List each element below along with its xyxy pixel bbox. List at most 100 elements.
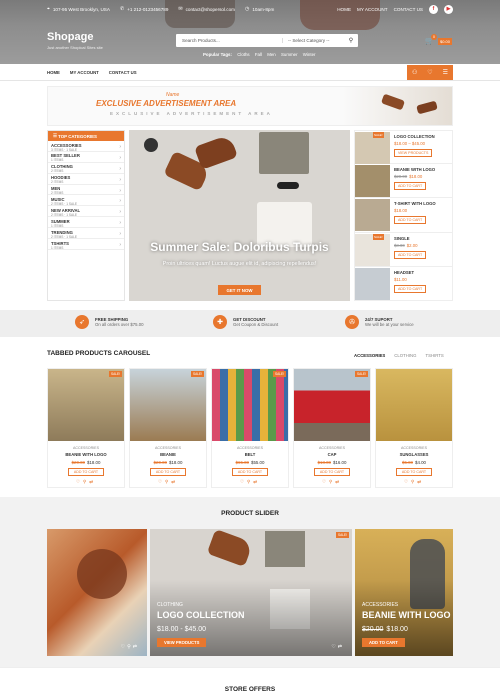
- compare-icon[interactable]: ⇄: [89, 479, 96, 484]
- add-to-cart-button[interactable]: ADD TO CART: [394, 182, 427, 191]
- section-title: PRODUCT SLIDER: [221, 510, 279, 517]
- feature-item: ➶ FREE SHIPPING On all orders over $75.00: [75, 315, 144, 329]
- wishlist-icon[interactable]: ♡: [76, 479, 83, 484]
- ad-image: [342, 87, 452, 125]
- category-select[interactable]: -- Select Category --: [282, 38, 344, 43]
- add-to-cart-button[interactable]: ADD TO CART: [394, 216, 427, 225]
- tag-link[interactable]: Fall: [255, 52, 262, 57]
- category-item[interactable]: HOODIES 2 ITEMS ›: [48, 174, 124, 185]
- category-item[interactable]: MEN 2 ITEMS ›: [48, 185, 124, 196]
- compare-icon[interactable]: ⇄: [171, 479, 178, 484]
- category-item[interactable]: ACCESSORIES 3 ITEMS · 1 SALE ›: [48, 141, 124, 152]
- compare-icon[interactable]: ⇄: [335, 479, 342, 484]
- facebook-icon[interactable]: f: [429, 4, 438, 14]
- wishlist-icon[interactable]: ♡: [404, 479, 411, 484]
- wishlist-icon[interactable]: ♡: [240, 479, 247, 484]
- add-to-cart-button[interactable]: ADD TO CART: [394, 250, 427, 259]
- chevron-right-icon: ›: [119, 144, 121, 150]
- ad-banner[interactable]: Name EXCLUSIVE ADVERTISEMENT AREA EXCLUS…: [47, 86, 453, 126]
- product-image[interactable]: SALE!: [48, 369, 124, 441]
- site-logo[interactable]: Shopage: [47, 31, 93, 43]
- cart-total[interactable]: $0.00: [438, 38, 453, 45]
- wishlist-icon[interactable]: ♡: [322, 479, 329, 484]
- compare-icon[interactable]: ⇄: [253, 479, 260, 484]
- product-name[interactable]: BELT: [212, 452, 288, 457]
- chevron-right-icon: ›: [119, 187, 121, 194]
- view-products-button[interactable]: VIEW PRODUCTS: [394, 149, 433, 157]
- slider-item[interactable]: ♡⚲⇄: [47, 529, 147, 656]
- cart-icon[interactable]: 🛒 0: [425, 34, 437, 45]
- sale-badge: SALE!: [354, 371, 368, 377]
- tag-link[interactable]: Cloths: [237, 52, 249, 57]
- category-item[interactable]: TSHIRTS 1 ITEMS ›: [48, 239, 124, 250]
- category-item[interactable]: TRENDING 2 ITEMS · 1 SALE ›: [48, 228, 124, 240]
- product-price: $20.00 $18.00: [394, 174, 423, 180]
- add-to-cart-button[interactable]: ADD TO CART: [394, 284, 427, 293]
- product-image[interactable]: SALE!: [130, 369, 206, 441]
- category-item[interactable]: CLOTHING 2 ITEMS ›: [48, 163, 124, 174]
- slider-item[interactable]: SALE! CLOTHING LOGO COLLECTION $18.00 - …: [150, 529, 352, 656]
- wishlist-icon[interactable]: ♡: [427, 69, 432, 76]
- list-item: BEANIE WITH LOGO $20.00 $18.00 ADD TO CAR…: [354, 164, 453, 199]
- top-link-my-account[interactable]: MY ACCOUNT: [357, 7, 388, 12]
- compare-icon[interactable]: ⇄: [338, 644, 344, 650]
- top-bar: ⌖ 107-95 West Brooklyn, USA ✆ +1 212-01234…: [47, 3, 453, 15]
- add-to-cart-button[interactable]: ADD TO CART: [150, 468, 186, 476]
- search-icon[interactable]: ⚲: [344, 34, 358, 47]
- add-to-cart-button[interactable]: ADD TO CART: [68, 468, 104, 476]
- product-image[interactable]: SALE!: [212, 369, 288, 441]
- product-name[interactable]: BEANIE WITH LOGO: [48, 452, 124, 457]
- nav-contact-us[interactable]: CONTACT US: [109, 70, 137, 75]
- product-name[interactable]: SINGLE: [394, 236, 410, 241]
- search-input[interactable]: Search Products...: [176, 38, 282, 43]
- product-image[interactable]: [355, 199, 390, 232]
- product-price: $20.00 $18.00: [153, 460, 183, 465]
- search-bar: Search Products... -- Select Category --…: [176, 34, 358, 47]
- product-image[interactable]: [355, 267, 390, 300]
- menu-icon[interactable]: ☰: [443, 69, 448, 76]
- top-link-home[interactable]: HOME: [337, 7, 351, 12]
- product-image[interactable]: SALE!: [294, 369, 370, 441]
- product-name[interactable]: SUNGLASSES: [376, 452, 452, 457]
- user-icon[interactable]: ⚇: [412, 69, 417, 76]
- get-it-now-button[interactable]: GET IT NOW: [218, 285, 261, 295]
- add-to-cart-button[interactable]: ADD TO CART: [362, 638, 405, 647]
- compare-icon[interactable]: ⇄: [417, 479, 424, 484]
- chevron-right-icon: ›: [119, 176, 121, 183]
- product-image[interactable]: [355, 165, 390, 198]
- add-to-cart-button[interactable]: ADD TO CART: [396, 468, 432, 476]
- category-item[interactable]: SUMMER 1 ITEMS ›: [48, 217, 124, 229]
- featured-products-list: SALE! LOGO COLLECTION $18.00 – $45.00 VI…: [354, 130, 453, 301]
- section-title: TABBED PRODUCTS CAROUSEL: [47, 350, 151, 357]
- wishlist-icon[interactable]: ♡: [158, 479, 165, 484]
- tab-accessories[interactable]: ACCESSORIES: [354, 353, 385, 358]
- sale-badge: SALE!: [272, 371, 286, 377]
- top-link-contact[interactable]: CONTACT US: [394, 7, 423, 12]
- product-name[interactable]: T-SHIRT WITH LOGO: [394, 201, 436, 206]
- product-name[interactable]: CAP: [294, 452, 370, 457]
- tag-link[interactable]: Summer: [281, 52, 298, 57]
- nav-my-account[interactable]: MY ACCOUNT: [70, 70, 99, 75]
- category-item[interactable]: NEW ARRIVAL 2 ITEMS · 1 SALE ›: [48, 206, 124, 218]
- product-price: $18.00 - $45.00: [157, 626, 207, 633]
- youtube-icon[interactable]: ▶: [444, 4, 453, 14]
- product-name[interactable]: LOGO COLLECTION: [394, 134, 435, 139]
- nav-home[interactable]: HOME: [47, 70, 60, 75]
- product-name[interactable]: BEANIE WITH LOGO: [394, 167, 435, 172]
- location-icon: ⌖: [47, 6, 50, 12]
- category-item[interactable]: MUSIC 2 ITEMS · 1 SALE ›: [48, 195, 124, 207]
- product-name[interactable]: BEANIE: [130, 452, 206, 457]
- slider-item[interactable]: ACCESSORIES BEANIE WITH LOGO $20.00 $18.0…: [355, 529, 453, 656]
- category-item[interactable]: BEST SELLER 1 ITEMS ›: [48, 152, 124, 163]
- tab-clothing[interactable]: CLOTHING: [394, 353, 416, 358]
- add-to-cart-button[interactable]: ADD TO CART: [232, 468, 268, 476]
- compare-icon[interactable]: ⇄: [133, 644, 139, 650]
- view-products-button[interactable]: VIEW PRODUCTS: [157, 638, 207, 647]
- product-carousel: SALE! ACCESSORIES BEANIE WITH LOGO $20.0…: [47, 368, 453, 488]
- product-image[interactable]: [376, 369, 452, 441]
- tab-tshirts[interactable]: TSHIRTS: [425, 353, 443, 358]
- add-to-cart-button[interactable]: ADD TO CART: [314, 468, 350, 476]
- tag-link[interactable]: Men: [267, 52, 276, 57]
- tag-link[interactable]: Winter: [303, 52, 316, 57]
- product-name[interactable]: HEADSET: [394, 270, 414, 275]
